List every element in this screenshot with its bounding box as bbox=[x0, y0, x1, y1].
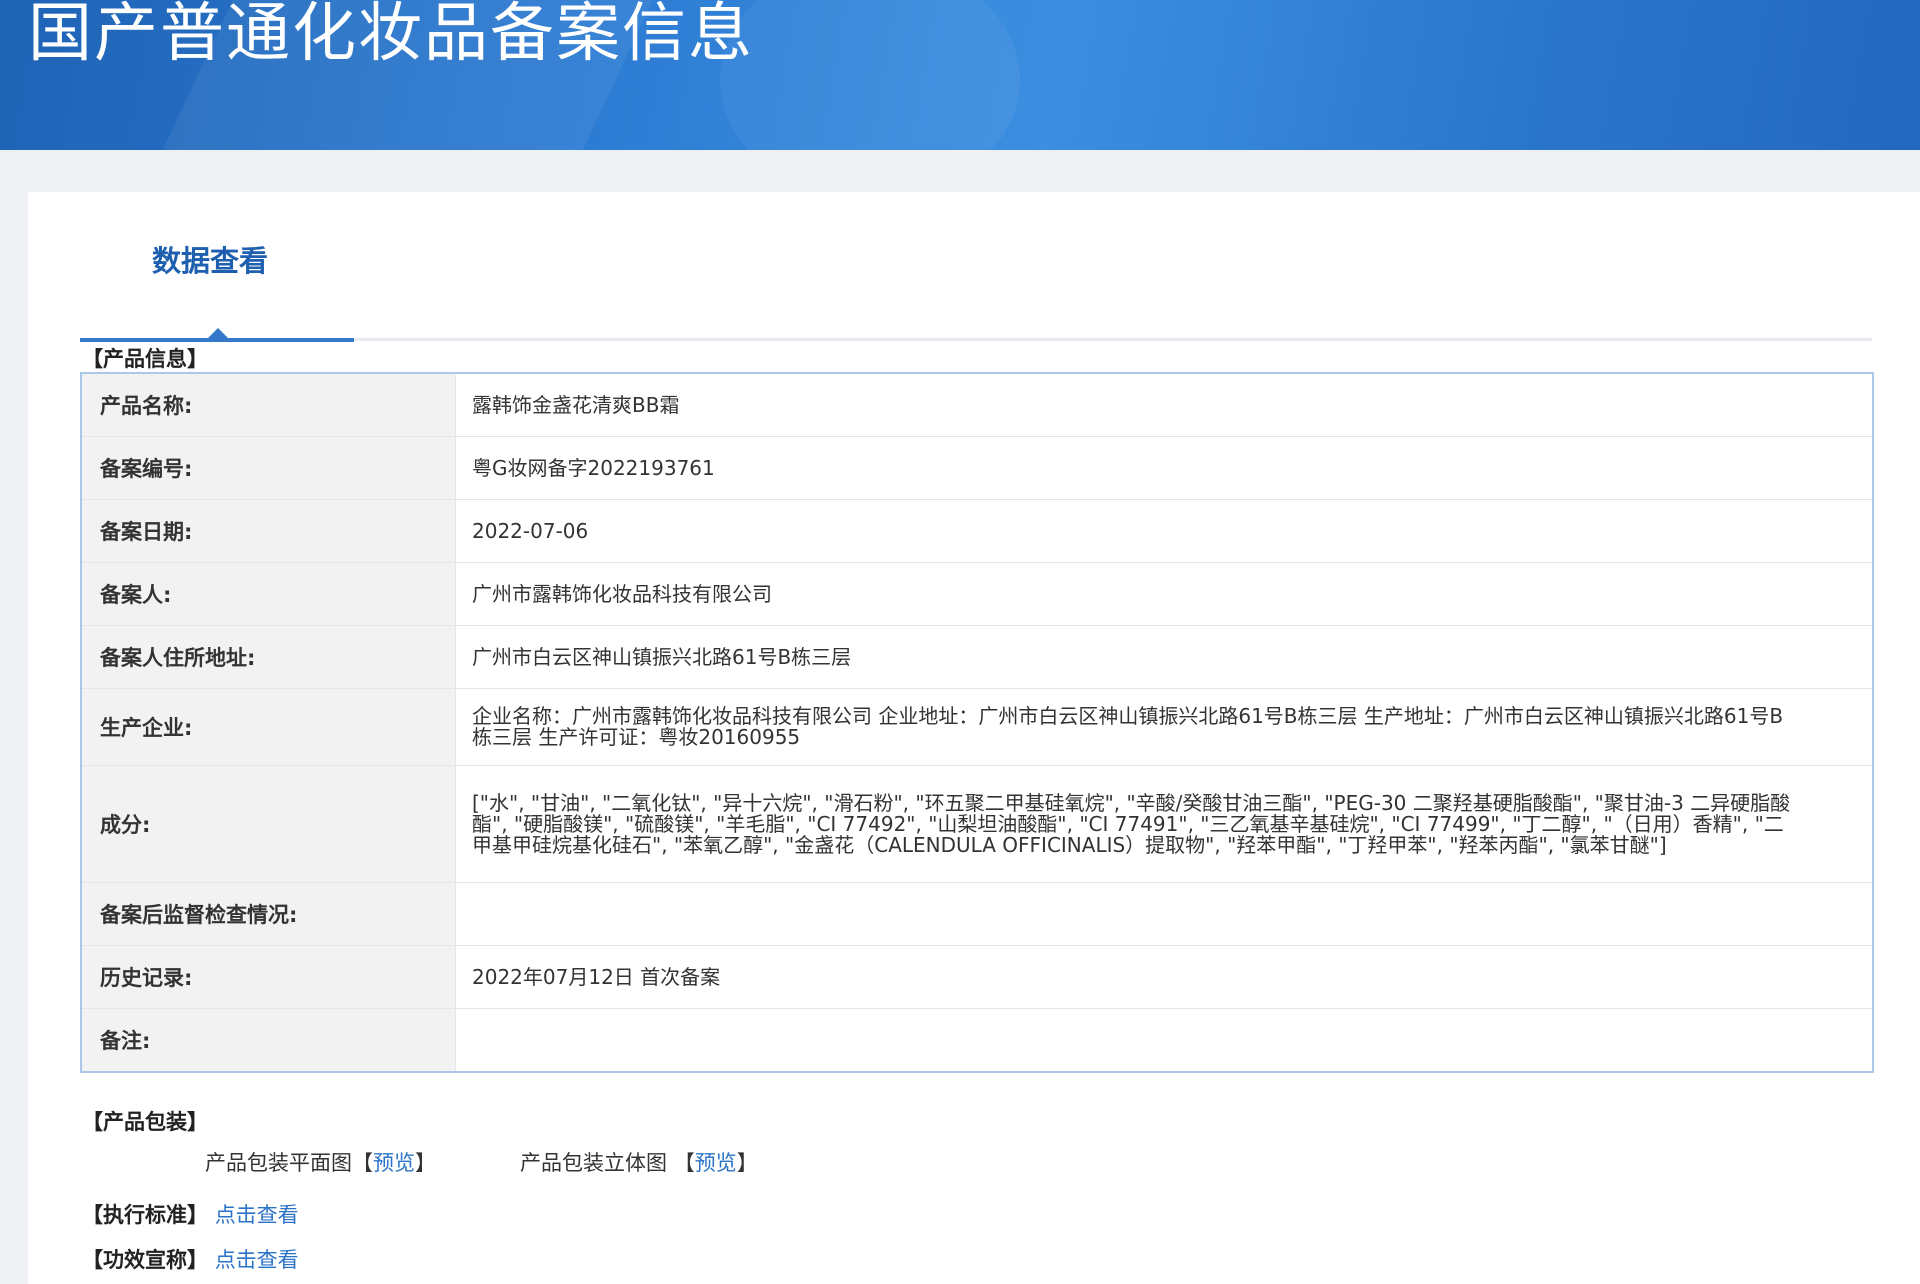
bracket-open: 【 bbox=[673, 1151, 695, 1175]
section-heading-product-info: 【产品信息】 bbox=[82, 347, 208, 371]
row-value: 企业名称：广州市露韩饰化妆品科技有限公司 企业地址：广州市白云区神山镇振兴北路6… bbox=[472, 704, 1784, 749]
table-row: 产品名称: 露韩饰金盏花清爽BB霜 bbox=[82, 374, 1872, 437]
table-row: 备案人住所地址: 广州市白云区神山镇振兴北路61号B栋三层 bbox=[82, 626, 1872, 689]
table-row: 备案日期: 2022-07-06 bbox=[82, 500, 1872, 563]
standard-row: 【执行标准】 点击查看 bbox=[82, 1199, 299, 1229]
header-banner: 国产普通化妆品备案信息 bbox=[0, 0, 1920, 150]
row-label: 历史记录: bbox=[82, 946, 456, 1008]
row-label: 备案人: bbox=[82, 563, 456, 625]
section-heading-standard: 【执行标准】 bbox=[82, 1203, 208, 1227]
efficacy-view-link[interactable]: 点击查看 bbox=[215, 1248, 299, 1272]
tab-active-indicator bbox=[208, 328, 228, 338]
table-row: 备案人: 广州市露韩饰化妆品科技有限公司 bbox=[82, 563, 1872, 626]
row-label: 备案编号: bbox=[82, 437, 456, 499]
packaging-stereo-label: 产品包装立体图 bbox=[520, 1151, 667, 1175]
bracket-open: 【 bbox=[352, 1151, 373, 1175]
row-label: 备案后监督检查情况: bbox=[82, 883, 456, 945]
row-value: 2022-07-06 bbox=[472, 518, 589, 543]
row-label: 产品名称: bbox=[82, 374, 456, 436]
packaging-stereo: 产品包装立体图 【预览】 bbox=[520, 1147, 758, 1177]
row-label: 备案日期: bbox=[82, 500, 456, 562]
tab-data-view[interactable]: 数据查看 bbox=[80, 232, 354, 292]
bracket-close: 】 bbox=[736, 1151, 758, 1175]
packaging-flat-label: 产品包装平面图 bbox=[205, 1151, 352, 1175]
row-label: 备注: bbox=[82, 1009, 456, 1071]
table-row: 历史记录: 2022年07月12日 首次备案 bbox=[82, 946, 1872, 1009]
section-heading-efficacy: 【功效宣称】 bbox=[82, 1248, 208, 1272]
bracket-close: 】 bbox=[415, 1151, 436, 1175]
page-title: 国产普通化妆品备案信息 bbox=[28, 0, 754, 71]
tab-active-underline bbox=[80, 338, 354, 342]
tab-bar-divider bbox=[354, 338, 1872, 341]
row-value: 2022年07月12日 首次备案 bbox=[472, 964, 721, 989]
row-value: 露韩饰金盏花清爽BB霜 bbox=[472, 392, 680, 417]
table-row: 备注: bbox=[82, 1009, 1872, 1071]
main-panel: 数据查看 【产品信息】 产品名称: 露韩饰金盏花清爽BB霜 备案编号: 粤G妆网… bbox=[28, 192, 1920, 1284]
tab-bar: 数据查看 bbox=[80, 232, 1872, 342]
section-heading-packaging: 【产品包装】 bbox=[82, 1110, 208, 1134]
table-row: 备案编号: 粤G妆网备字2022193761 bbox=[82, 437, 1872, 500]
table-row: 备案后监督检查情况: bbox=[82, 883, 1872, 946]
row-value: 广州市白云区神山镇振兴北路61号B栋三层 bbox=[472, 644, 852, 669]
row-label: 成分: bbox=[82, 766, 456, 882]
row-value bbox=[456, 1009, 1872, 1071]
tab-data-view-label: 数据查看 bbox=[152, 244, 269, 278]
row-label: 备案人住所地址: bbox=[82, 626, 456, 688]
row-value bbox=[456, 883, 1872, 945]
row-label: 生产企业: bbox=[82, 689, 456, 765]
standard-view-link[interactable]: 点击查看 bbox=[215, 1203, 299, 1227]
row-value: 广州市露韩饰化妆品科技有限公司 bbox=[472, 581, 772, 606]
table-row: 成分: ["水", "甘油", "二氧化钛", "异十六烷", "滑石粉", "… bbox=[82, 766, 1872, 883]
efficacy-row: 【功效宣称】 点击查看 bbox=[82, 1244, 299, 1274]
packaging-flat-preview-link[interactable]: 预览 bbox=[373, 1151, 415, 1175]
row-value: 粤G妆网备字2022193761 bbox=[472, 455, 715, 480]
packaging-stereo-preview-link[interactable]: 预览 bbox=[695, 1151, 737, 1175]
banner-decoration bbox=[720, 0, 1020, 150]
row-value: ["水", "甘油", "二氧化钛", "异十六烷", "滑石粉", "环五聚二… bbox=[472, 790, 1791, 857]
product-info-table: 产品名称: 露韩饰金盏花清爽BB霜 备案编号: 粤G妆网备字2022193761… bbox=[80, 372, 1874, 1073]
table-row: 生产企业: 企业名称：广州市露韩饰化妆品科技有限公司 企业地址：广州市白云区神山… bbox=[82, 689, 1872, 766]
packaging-flat: 产品包装平面图【预览】 bbox=[205, 1147, 436, 1177]
